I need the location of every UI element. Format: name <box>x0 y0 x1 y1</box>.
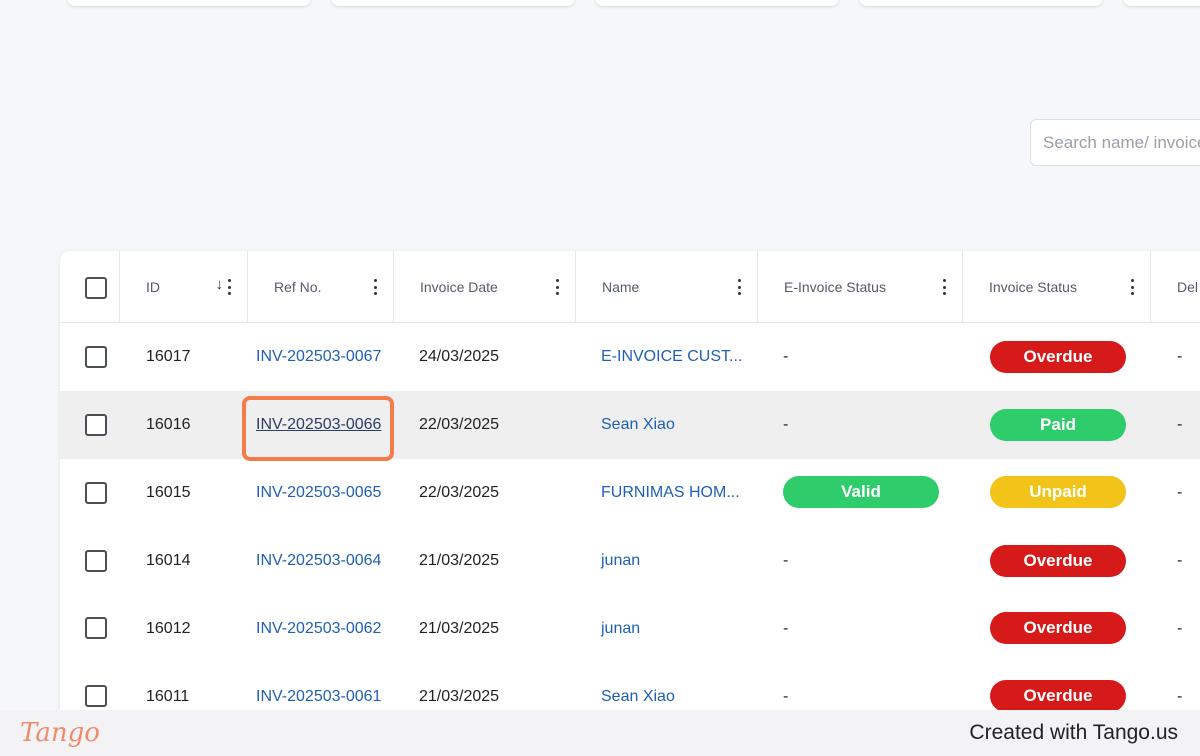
table-row[interactable]: 16017 INV-202503-0067 24/03/2025 E-INVOI… <box>60 323 1200 391</box>
row-invoice-date: 22/03/2025 <box>419 416 500 433</box>
status-badge: Overdue <box>990 545 1126 577</box>
footer-credit[interactable]: Created with Tango.us <box>969 721 1178 745</box>
summary-card <box>331 0 575 6</box>
status-badge: Overdue <box>990 680 1126 712</box>
header-select-cell <box>60 251 120 323</box>
header-einvoice-status[interactable]: E-Invoice Status <box>758 251 963 323</box>
row-id: 16016 <box>146 416 191 433</box>
column-menu-icon[interactable] <box>1128 279 1136 295</box>
row-checkbox[interactable] <box>85 414 107 436</box>
row-invoice-date: 21/03/2025 <box>419 552 500 569</box>
ref-no-link[interactable]: INV-202503-0065 <box>256 459 381 527</box>
header-invoice-date[interactable]: Invoice Date <box>394 251 576 323</box>
table-row[interactable]: 16016 INV-202503-0066 22/03/2025 Sean Xi… <box>60 391 1200 459</box>
ref-no-link[interactable]: INV-202503-0067 <box>256 323 381 391</box>
row-partial-value: - <box>1177 416 1183 433</box>
summary-card <box>1123 0 1200 6</box>
ref-no-link[interactable]: INV-202503-0062 <box>256 595 381 663</box>
row-partial-value: - <box>1177 552 1183 569</box>
customer-name-link[interactable]: FURNIMAS HOM... <box>601 459 740 527</box>
header-invoice-status-label: Invoice Status <box>989 279 1077 295</box>
table-row[interactable]: 16012 INV-202503-0062 21/03/2025 junan -… <box>60 595 1200 663</box>
click-highlight-box <box>242 396 394 461</box>
customer-name-link[interactable]: Sean Xiao <box>601 391 675 459</box>
row-invoice-date: 22/03/2025 <box>419 484 500 501</box>
header-id-label: ID <box>146 279 160 295</box>
header-invoice-date-label: Invoice Date <box>420 279 498 295</box>
header-name-label: Name <box>602 279 640 295</box>
status-badge: Unpaid <box>990 476 1126 508</box>
customer-name-link[interactable]: junan <box>601 527 640 595</box>
row-invoice-date: 21/03/2025 <box>419 620 500 637</box>
header-ref-no-label: Ref No. <box>274 279 322 295</box>
status-badge: Overdue <box>990 612 1126 644</box>
header-einvoice-status-label: E-Invoice Status <box>784 279 886 295</box>
row-einvoice-status: - <box>783 348 789 365</box>
row-checkbox[interactable] <box>85 685 107 707</box>
row-id: 16017 <box>146 348 191 365</box>
column-menu-icon[interactable] <box>553 279 561 295</box>
header-id[interactable]: ID ↓ <box>120 251 248 323</box>
column-menu-icon[interactable] <box>371 279 379 295</box>
column-menu-icon[interactable] <box>225 279 233 295</box>
ref-no-link[interactable]: INV-202503-0064 <box>256 527 381 595</box>
summary-card <box>595 0 839 6</box>
table-header: ID ↓ Ref No. Invoice Date Name E-Invoice… <box>60 251 1200 323</box>
sort-desc-icon[interactable]: ↓ <box>216 276 224 293</box>
row-partial-value: - <box>1177 348 1183 365</box>
row-einvoice-status: - <box>783 552 789 569</box>
header-invoice-status[interactable]: Invoice Status <box>963 251 1151 323</box>
header-name[interactable]: Name <box>576 251 758 323</box>
tango-footer: Tango Created with Tango.us <box>0 710 1200 756</box>
invoice-table: ID ↓ Ref No. Invoice Date Name E-Invoice… <box>60 251 1200 721</box>
table-row[interactable]: 16015 INV-202503-0065 22/03/2025 FURNIMA… <box>60 459 1200 527</box>
search-input[interactable] <box>1030 119 1200 166</box>
row-checkbox[interactable] <box>85 346 107 368</box>
row-einvoice-status: - <box>783 620 789 637</box>
einvoice-status-badge: Valid <box>783 476 939 508</box>
column-menu-icon[interactable] <box>735 279 743 295</box>
header-ref-no[interactable]: Ref No. <box>248 251 394 323</box>
summary-card <box>859 0 1103 6</box>
row-checkbox[interactable] <box>85 550 107 572</box>
select-all-checkbox[interactable] <box>85 277 107 299</box>
row-id: 16014 <box>146 552 191 569</box>
column-menu-icon[interactable] <box>940 279 948 295</box>
status-badge: Overdue <box>990 341 1126 373</box>
row-checkbox[interactable] <box>85 482 107 504</box>
row-id: 16012 <box>146 620 191 637</box>
row-partial-value: - <box>1177 484 1183 501</box>
header-partial-label: Del <box>1177 279 1199 295</box>
table-row[interactable]: 16014 INV-202503-0064 21/03/2025 junan -… <box>60 527 1200 595</box>
header-partial-column[interactable]: Del <box>1151 251 1200 323</box>
status-badge: Paid <box>990 409 1126 441</box>
row-invoice-date: 24/03/2025 <box>419 348 500 365</box>
customer-name-link[interactable]: E-INVOICE CUST... <box>601 323 742 391</box>
row-partial-value: - <box>1177 620 1183 637</box>
row-checkbox[interactable] <box>85 617 107 639</box>
tango-logo: Tango <box>20 718 100 748</box>
row-einvoice-status: - <box>783 416 789 433</box>
row-id: 16015 <box>146 484 191 501</box>
customer-name-link[interactable]: junan <box>601 595 640 663</box>
summary-card <box>67 0 311 6</box>
